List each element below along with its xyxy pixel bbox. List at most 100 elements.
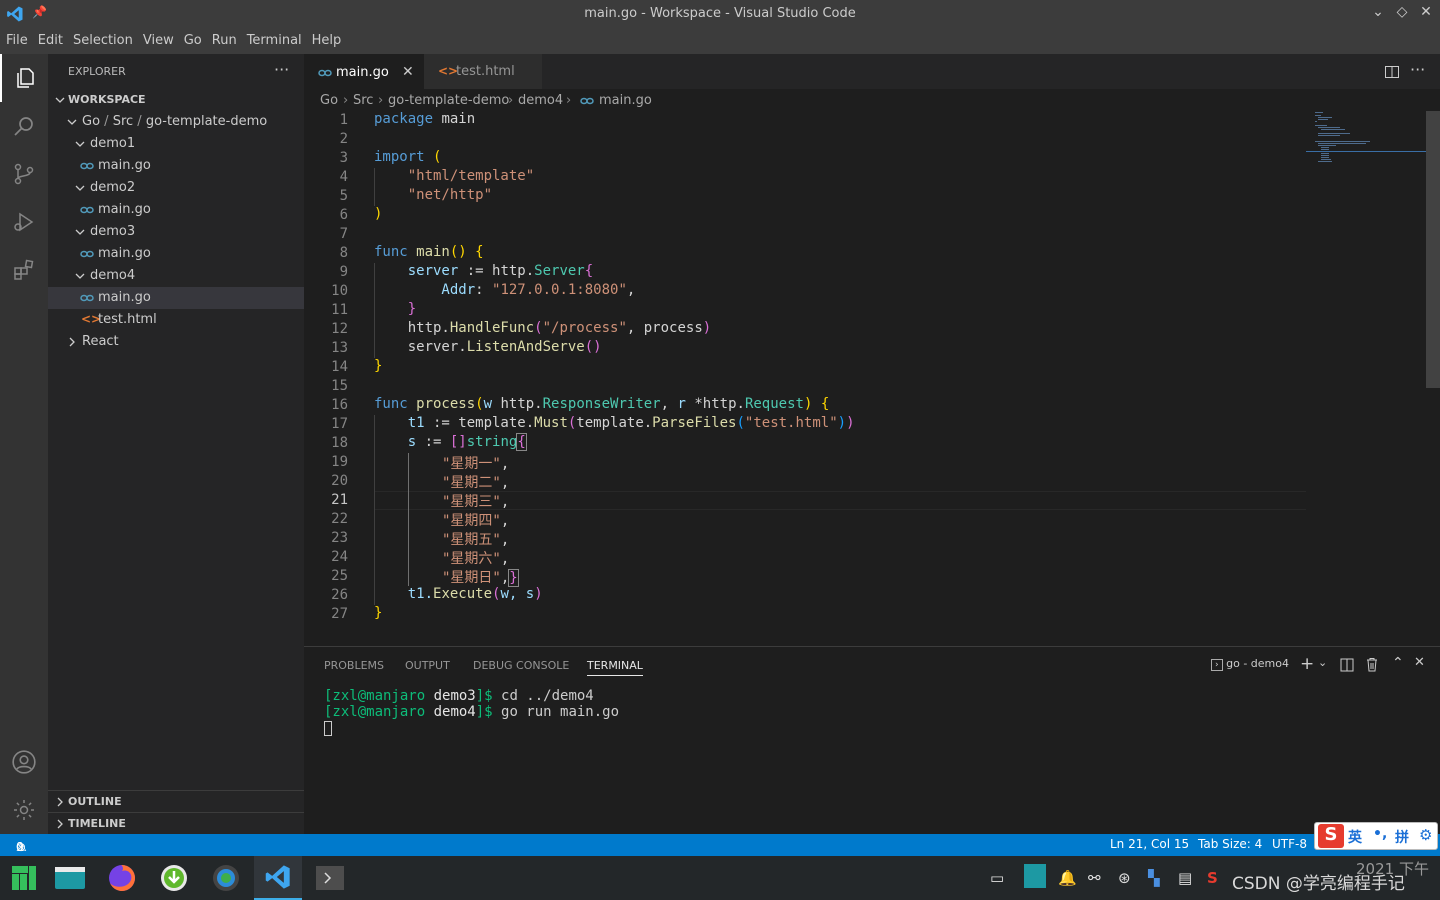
clock[interactable]: 2021 下午 <box>1356 858 1429 879</box>
sogou-tray-icon[interactable]: S <box>1207 869 1218 887</box>
tree-file-test-html[interactable]: <> test.html <box>48 309 304 331</box>
firefox-icon[interactable] <box>98 856 146 900</box>
tab-size[interactable]: Tab Size: 4 <box>1198 837 1262 851</box>
encoding[interactable]: UTF-8 <box>1272 837 1307 851</box>
notifications-icon[interactable]: 🔔 <box>1058 869 1077 887</box>
breadcrumb-item[interactable]: Src <box>353 93 373 108</box>
vscode-taskbar-icon[interactable] <box>254 856 302 900</box>
folder-label: demo1 <box>90 136 136 151</box>
close-tab-icon[interactable]: ✕ <box>402 64 414 80</box>
code-editor[interactable]: 1 2 3 4 5 6 7 8 9 10 11 12 13 14 15 16 1… <box>304 111 1306 645</box>
minimize-icon[interactable]: ⌄ <box>1369 4 1387 20</box>
chevron-right-icon <box>57 819 63 829</box>
extensions-icon[interactable] <box>0 246 48 294</box>
menu-view[interactable]: View <box>138 28 179 54</box>
tree-file-main-go[interactable]: main.go <box>48 155 304 177</box>
root-folder-label: Go / Src / go-template-demo <box>82 114 268 129</box>
ime-lang[interactable]: 英 <box>1348 827 1362 847</box>
ime-toolbar[interactable]: S 英 •, 拼 ⚙ <box>1314 822 1438 850</box>
vertical-scrollbar[interactable] <box>1426 111 1440 388</box>
timeline-section[interactable]: TIMELINE <box>48 812 304 834</box>
explorer-icon[interactable] <box>0 54 48 102</box>
menu-terminal[interactable]: Terminal <box>242 28 307 54</box>
code-line: server.ListenAndServe() <box>374 339 602 355</box>
maximize-icon[interactable]: ◇ <box>1393 4 1411 20</box>
menu-run[interactable]: Run <box>207 28 242 54</box>
tab-problems[interactable]: PROBLEMS <box>324 659 384 672</box>
tree-folder-react[interactable]: React <box>48 331 304 353</box>
chevron-down-icon <box>75 141 85 147</box>
file-manager-icon[interactable] <box>46 856 94 900</box>
minimap[interactable] <box>1306 111 1426 645</box>
tree-folder-demo3[interactable]: demo3 <box>48 221 304 243</box>
breadcrumb-item[interactable]: Go <box>320 93 338 108</box>
tree-folder-demo1[interactable]: demo1 <box>48 133 304 155</box>
run-debug-icon[interactable] <box>0 198 48 246</box>
menu-edit[interactable]: Edit <box>33 28 68 54</box>
updates-icon[interactable]: ⊛ <box>1118 869 1131 887</box>
tree-file-main-go[interactable]: main.go <box>48 199 304 221</box>
tab-main-go[interactable]: main.go ✕ <box>304 54 424 89</box>
workspace-section[interactable]: WORKSPACE <box>48 89 304 111</box>
line-number: 20 <box>331 473 348 489</box>
ime-settings-icon[interactable]: ⚙ <box>1419 826 1432 844</box>
menu-file[interactable]: File <box>1 28 33 54</box>
file-label: main.go <box>98 290 151 305</box>
more-actions-icon[interactable]: ··· <box>1410 60 1425 79</box>
source-control-icon[interactable] <box>0 150 48 198</box>
punctuation-icon[interactable]: •, <box>1373 826 1387 842</box>
menu-go[interactable]: Go <box>179 28 207 54</box>
terminal-taskbar-icon[interactable] <box>306 856 354 900</box>
breadcrumb-item[interactable]: main.go <box>599 93 652 108</box>
tree-root-folder[interactable]: Go / Src / go-template-demo <box>48 111 304 133</box>
download-manager-icon[interactable] <box>150 856 198 900</box>
chevron-down-icon[interactable]: ⌄ <box>1318 656 1327 669</box>
terminal-selector[interactable]: › go - demo4 <box>1211 657 1289 671</box>
show-desktop-icon[interactable]: ▭ <box>990 869 1004 887</box>
chevron-right-icon: › <box>508 93 514 108</box>
breadcrumb-item[interactable]: go-template-demo <box>388 93 509 108</box>
activity-bar <box>0 54 48 834</box>
chevron-right-icon: › <box>566 93 572 108</box>
file-label: main.go <box>98 202 151 217</box>
split-editor-icon[interactable] <box>1384 64 1400 80</box>
tab-terminal[interactable]: TERMINAL <box>587 659 643 676</box>
split-terminal-icon[interactable] <box>1340 658 1354 672</box>
more-actions-icon[interactable]: ··· <box>274 60 289 79</box>
outline-section[interactable]: OUTLINE <box>48 790 304 812</box>
media-app-icon[interactable] <box>202 856 250 900</box>
clipboard-app-icon[interactable] <box>1024 864 1046 888</box>
trash-icon[interactable] <box>1365 657 1379 672</box>
cursor-position[interactable]: Ln 21, Col 15 <box>1110 837 1189 851</box>
editor-tabs: main.go ✕ <> test.html ··· <box>304 54 1440 89</box>
tree-file-main-go-selected[interactable]: main.go <box>48 287 304 309</box>
code-line: func main() { <box>374 244 484 260</box>
code-line: "html/template" <box>374 168 535 184</box>
code-line: "星期四", <box>442 513 510 529</box>
menu-help[interactable]: Help <box>307 28 347 54</box>
search-icon[interactable] <box>0 102 48 150</box>
tree-folder-demo4[interactable]: demo4 <box>48 265 304 287</box>
line-number: 4 <box>339 169 348 185</box>
close-window-icon[interactable]: ✕ <box>1417 4 1435 20</box>
breadcrumb-item[interactable]: demo4 <box>518 93 563 108</box>
chevron-down-icon <box>75 273 85 279</box>
menu-selection[interactable]: Selection <box>68 28 138 54</box>
tab-debug-console[interactable]: DEBUG CONSOLE <box>473 659 569 672</box>
new-terminal-icon[interactable]: + <box>1300 654 1314 674</box>
line-number: 2 <box>339 131 348 147</box>
settings-gear-icon[interactable] <box>0 786 48 834</box>
maximize-panel-icon[interactable]: ⌃ <box>1392 655 1404 671</box>
close-panel-icon[interactable]: ✕ <box>1414 655 1425 670</box>
ime-mode[interactable]: 拼 <box>1395 827 1409 847</box>
vpn-icon[interactable]: ▚ <box>1148 869 1160 887</box>
kdeconnect-icon[interactable]: ⚯ <box>1088 869 1101 887</box>
app-menu-icon[interactable] <box>0 856 48 900</box>
accounts-icon[interactable] <box>0 738 48 786</box>
tree-file-main-go[interactable]: main.go <box>48 243 304 265</box>
tab-output[interactable]: OUTPUT <box>405 659 450 672</box>
line-number: 7 <box>339 226 348 242</box>
tree-folder-demo2[interactable]: demo2 <box>48 177 304 199</box>
clipboard-icon[interactable]: ▤ <box>1178 869 1192 887</box>
tab-test-html[interactable]: <> test.html <box>424 54 542 89</box>
